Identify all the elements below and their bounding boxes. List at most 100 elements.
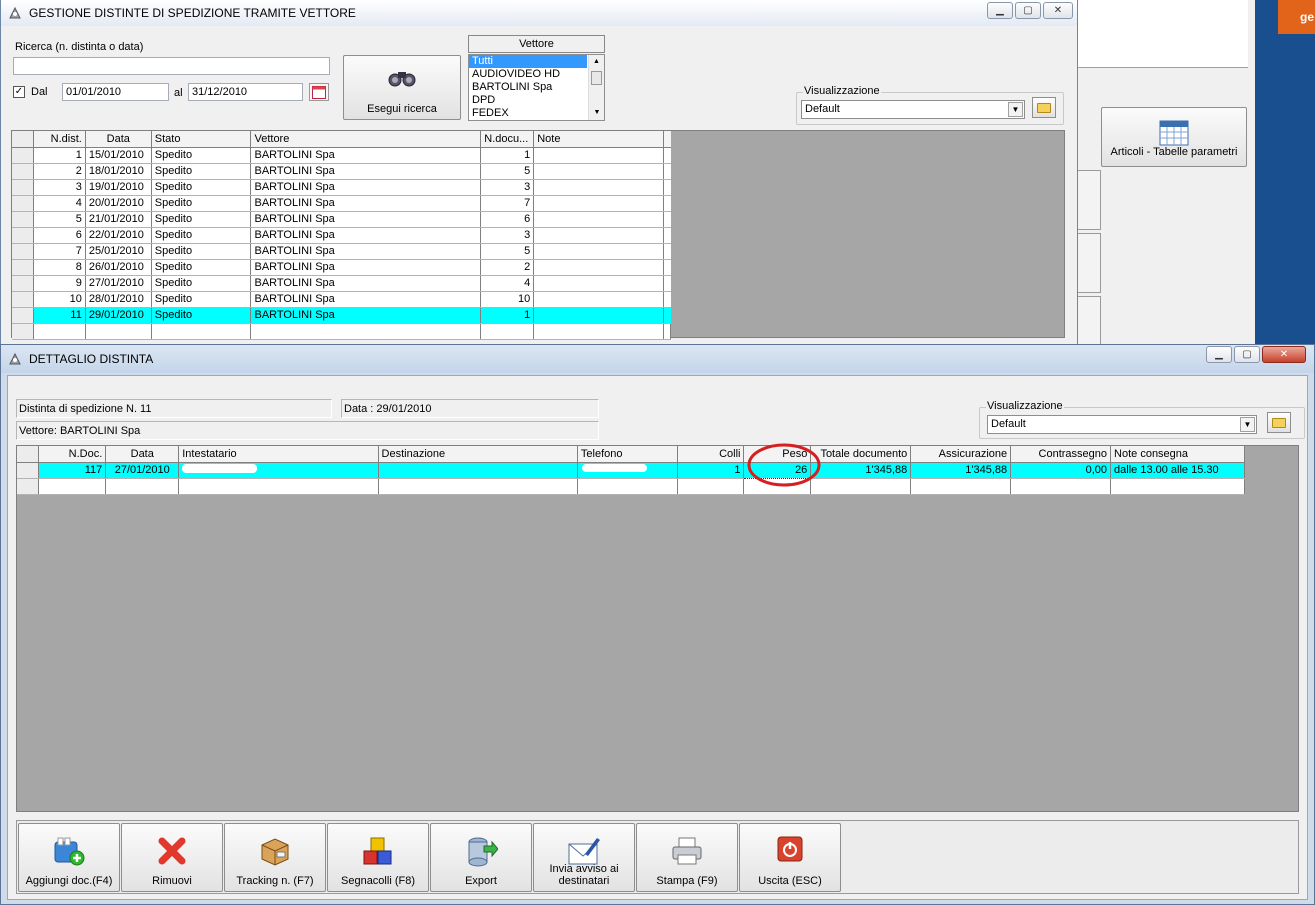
row-selector[interactable]	[12, 163, 35, 180]
chevron-down-icon[interactable]: ▼	[1240, 417, 1255, 432]
visualizzazione-select[interactable]: Default ▼	[801, 100, 1025, 119]
table-row-empty[interactable]	[12, 323, 671, 340]
table-cell: Spedito	[151, 147, 252, 164]
detail-grid[interactable]: N.Doc. Data Intestatario Destinazione Telefo…	[16, 443, 1299, 812]
date-to-field[interactable]: 31/12/2010	[188, 83, 303, 101]
minimize-button[interactable]: ▁	[1206, 346, 1232, 363]
table-cell: 1	[677, 462, 745, 479]
calendar-button[interactable]	[309, 83, 329, 101]
table-cell: 5	[33, 211, 86, 228]
vettore-list[interactable]: Tutti AUDIOVIDEO HD BARTOLINI Spa DPD FE…	[468, 54, 605, 121]
segnacolli-button[interactable]: Segnacolli (F8)	[327, 823, 429, 892]
table-row[interactable]: 6 22/01/2010 Spedito BARTOLINI Spa 3	[12, 227, 671, 244]
table-cell	[12, 323, 35, 340]
articoli-tabelle-button[interactable]: Articoli - Tabelle parametri	[1101, 107, 1247, 167]
row-selector[interactable]	[12, 243, 35, 260]
esegui-ricerca-button[interactable]: Esegui ricerca	[343, 55, 461, 120]
articoli-label: Articoli - Tabelle parametri	[1110, 146, 1238, 158]
column-header[interactable]: N.Doc.	[38, 446, 107, 463]
table-cell: 27/01/2010	[105, 462, 180, 479]
table-row[interactable]: 8 26/01/2010 Spedito BARTOLINI Spa 2	[12, 259, 671, 276]
table-cell: BARTOLINI Spa	[250, 259, 482, 276]
table-row[interactable]: 3 19/01/2010 Spedito BARTOLINI Spa 3	[12, 179, 671, 196]
minimize-button[interactable]: ▁	[987, 2, 1013, 19]
dal-checkbox[interactable]: ✓	[13, 86, 25, 98]
export-button[interactable]: Export	[430, 823, 532, 892]
table-row-empty[interactable]	[17, 478, 1245, 495]
scroll-down-arrow[interactable]: ▼	[589, 106, 604, 120]
table-cell: 25/01/2010	[85, 243, 152, 260]
column-header[interactable]: Totale documento	[810, 446, 912, 463]
column-header[interactable]: Contrassegno	[1010, 446, 1112, 463]
open-folder-button[interactable]	[1032, 97, 1056, 118]
row-selector[interactable]	[12, 291, 35, 308]
table-cell	[151, 323, 252, 340]
scroll-up-arrow[interactable]: ▲	[589, 55, 604, 69]
scroll-thumb[interactable]	[591, 71, 602, 85]
table-row[interactable]: 4 20/01/2010 Spedito BARTOLINI Spa 7	[12, 195, 671, 212]
tracking-button[interactable]: Tracking n. (F7)	[224, 823, 326, 892]
table-cell: Spedito	[151, 227, 252, 244]
chevron-down-icon[interactable]: ▼	[1008, 102, 1023, 117]
table-cell	[533, 227, 664, 244]
vettore-option[interactable]: AUDIOVIDEO HD	[469, 68, 604, 81]
column-header[interactable]: Stato	[151, 131, 252, 148]
table-row[interactable]: 1 15/01/2010 Spedito BARTOLINI Spa 1	[12, 147, 671, 164]
aggiungi-doc-button[interactable]: Aggiungi doc.(F4)	[18, 823, 120, 892]
table-cell: BARTOLINI Spa	[250, 275, 482, 292]
row-selector[interactable]	[12, 147, 35, 164]
row-selector[interactable]	[12, 179, 35, 196]
table-row[interactable]: 5 21/01/2010 Spedito BARTOLINI Spa 6	[12, 211, 671, 228]
table-row[interactable]: 7 25/01/2010 Spedito BARTOLINI Spa 5	[12, 243, 671, 260]
table-cell	[178, 478, 379, 495]
stampa-button[interactable]: Stampa (F9)	[636, 823, 738, 892]
column-header[interactable]: Assicurazione	[910, 446, 1012, 463]
detail-open-folder-button[interactable]	[1267, 412, 1291, 433]
row-selector[interactable]	[17, 462, 40, 479]
row-selector[interactable]	[12, 227, 35, 244]
column-header[interactable]: Data	[105, 446, 180, 463]
column-header[interactable]: Data	[85, 131, 152, 148]
column-header[interactable]: Destinazione	[378, 446, 578, 463]
table-row[interactable]: 11 29/01/2010 Spedito BARTOLINI Spa 1	[12, 307, 671, 324]
table-row[interactable]: 10 28/01/2010 Spedito BARTOLINI Spa 10	[12, 291, 671, 308]
row-selector[interactable]	[12, 275, 35, 292]
vettore-option[interactable]: FEDEX	[469, 107, 604, 120]
maximize-button[interactable]: ▢	[1234, 346, 1260, 363]
row-selector[interactable]	[12, 211, 35, 228]
detail-visualizzazione-select[interactable]: Default ▼	[987, 415, 1257, 434]
vettore-scrollbar[interactable]: ▲ ▼	[588, 55, 604, 120]
distinta-number-field: Distinta di spedizione N. 11	[16, 399, 332, 418]
column-header[interactable]: Note	[533, 131, 664, 148]
table-cell: dalle 13.00 alle 15.30	[1110, 462, 1245, 479]
bg-orange-button[interactable]: ge	[1278, 0, 1315, 34]
table-cell: 5	[480, 163, 535, 180]
maximize-button[interactable]: ▢	[1015, 2, 1041, 19]
table-cell: 11	[33, 307, 86, 324]
esegui-ricerca-label: Esegui ricerca	[367, 103, 437, 115]
distinte-grid[interactable]: N.dist. Data Stato Vettore N.docu... Note 1 15…	[11, 130, 1065, 340]
rimuovi-button[interactable]: Rimuovi	[121, 823, 223, 892]
close-button[interactable]: ✕	[1043, 2, 1073, 19]
uscita-button[interactable]: Uscita (ESC)	[739, 823, 841, 892]
column-header[interactable]: Colli	[677, 446, 745, 463]
column-header[interactable]: N.dist.	[33, 131, 86, 148]
search-input[interactable]	[13, 57, 330, 75]
column-header[interactable]: Intestatario	[178, 446, 379, 463]
button-label: Segnacolli (F8)	[341, 875, 415, 887]
column-header[interactable]: Telefono	[577, 446, 678, 463]
table-row[interactable]: 9 27/01/2010 Spedito BARTOLINI Spa 4	[12, 275, 671, 292]
vettore-option[interactable]: DPD	[469, 94, 604, 107]
vettore-option[interactable]: BARTOLINI Spa	[469, 81, 604, 94]
column-header[interactable]: N.docu...	[480, 131, 535, 148]
table-row[interactable]: 2 18/01/2010 Spedito BARTOLINI Spa 5	[12, 163, 671, 180]
row-selector[interactable]	[12, 259, 35, 276]
vettore-option[interactable]: Tutti	[469, 55, 587, 68]
invia-avviso-button[interactable]: Invia avviso ai destinatari	[533, 823, 635, 892]
column-header[interactable]: Note consegna	[1110, 446, 1245, 463]
column-header[interactable]: Vettore	[250, 131, 482, 148]
row-selector[interactable]	[12, 195, 35, 212]
close-button[interactable]: ✕	[1262, 346, 1306, 363]
date-from-field[interactable]: 01/01/2010	[62, 83, 169, 101]
row-selector[interactable]	[12, 307, 35, 324]
